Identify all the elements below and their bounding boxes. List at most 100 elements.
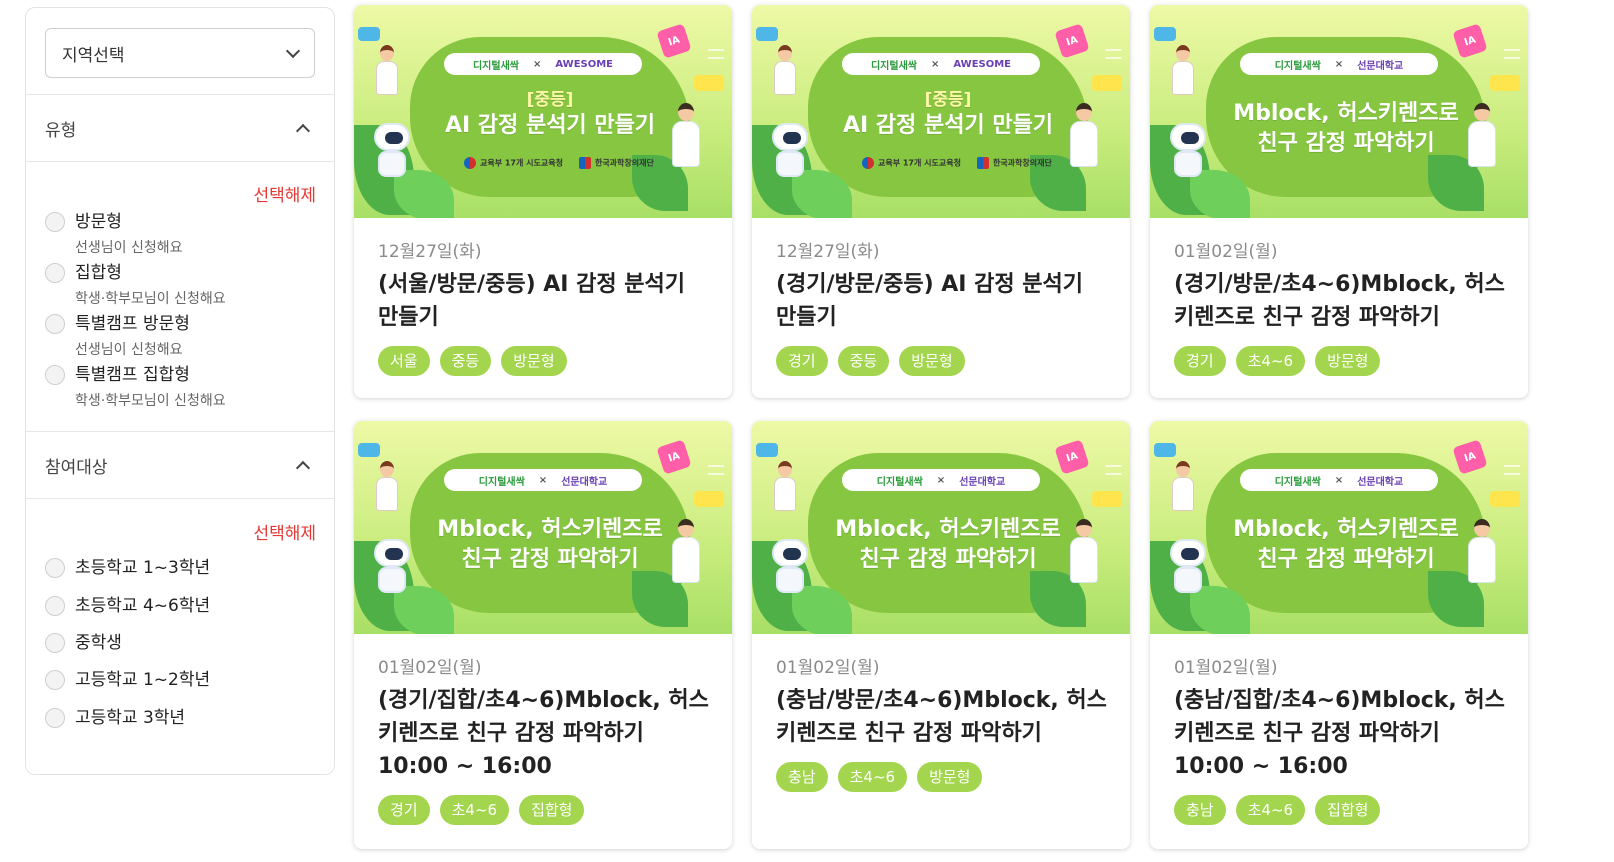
menu-lines-icon <box>1504 49 1520 59</box>
type-option-visit[interactable]: 방문형 선생님이 신청해요 <box>45 210 183 258</box>
thumbnail-line-1: AI 감정 분석기 만들기 <box>842 113 1054 138</box>
card-date: 01월02일(월) <box>378 658 482 678</box>
partner-right: 선문대학교 <box>959 476 1006 488</box>
robot-illustration <box>370 123 414 177</box>
teacher-illustration <box>376 45 398 97</box>
option-label: 중학생 <box>75 633 122 653</box>
card-tag: 경기 <box>1174 346 1226 376</box>
region-select[interactable]: 지역선택 <box>45 28 315 78</box>
thumbnail-line-1: Mblock, 허스키렌즈로 <box>835 517 1061 542</box>
radio-button[interactable] <box>45 708 65 728</box>
card-body: 01월02일(월) (경기/집합/초4~6)Mblock, 허스키렌즈로 친구 … <box>354 634 732 825</box>
thumbnail-level-tag: [중등] <box>526 90 574 110</box>
partner-left: 디지털새싹 <box>1274 60 1321 72</box>
card-body: 01월02일(월) (충남/집합/초4~6)Mblock, 허스키렌즈로 친구 … <box>1150 634 1528 825</box>
thumbnail-title: Mblock, 허스키렌즈로 친구 감정 파악하기 <box>1206 99 1486 159</box>
chat-bubble-icon <box>1154 443 1176 457</box>
card-title: (경기/방문/중등) AI 감정 분석기 만들기 <box>776 272 1084 330</box>
type-option-group[interactable]: 집합형 학생·학부모님이 신청해요 <box>45 261 226 309</box>
partner-banner: 디지털새싹 × AWESOME <box>444 53 642 75</box>
card-date: 12월27일(화) <box>776 242 880 262</box>
card-body: 01월02일(월) (경기/방문/초4~6)Mblock, 허스키렌즈로 친구 … <box>1150 218 1528 376</box>
partner-right: 선문대학교 <box>561 476 608 488</box>
card-body: 01월02일(월) (충남/방문/초4~6)Mblock, 허스키렌즈로 친구 … <box>752 634 1130 792</box>
program-card[interactable]: IA 디지털새싹 × 선문대학교 Mblock, 허스키렌즈로 친구 감정 파악… <box>1150 5 1528 398</box>
thumbnail-line-2: 친구 감정 파악하기 <box>1257 547 1435 572</box>
partner-separator: × <box>532 58 542 70</box>
target-option-high-1-2[interactable]: 고등학교 1~2학년 <box>45 668 210 692</box>
card-tags: 경기 초4~6 집합형 <box>378 795 710 825</box>
card-date: 01월02일(월) <box>776 658 880 678</box>
thumbnail-line-1: Mblock, 허스키렌즈로 <box>1233 101 1459 126</box>
menu-lines-icon <box>1504 465 1520 475</box>
type-section-header[interactable]: 유형 <box>26 94 334 162</box>
program-card[interactable]: IA 디지털새싹 × AWESOME [중등] AI 감정 분석기 만들기 교육… <box>752 5 1130 398</box>
partner-separator: × <box>930 58 940 70</box>
radio-button[interactable] <box>45 212 65 232</box>
card-date: 12월27일(화) <box>378 242 482 262</box>
card-tag: 집합형 <box>1315 795 1381 825</box>
target-option-middle[interactable]: 중학생 <box>45 631 122 655</box>
option-label: 초등학교 1~3학년 <box>75 558 211 578</box>
radio-button[interactable] <box>45 633 65 653</box>
option-description: 학생·학부모님이 신청해요 <box>75 291 226 307</box>
teacher-illustration <box>774 45 796 97</box>
target-option-elem-4-6[interactable]: 초등학교 4~6학년 <box>45 594 210 618</box>
card-tag: 경기 <box>776 346 828 376</box>
radio-button[interactable] <box>45 314 65 334</box>
radio-button[interactable] <box>45 596 65 616</box>
card-tag: 충남 <box>776 762 828 792</box>
partner-right: AWESOME <box>555 58 614 70</box>
partner-banner: 디지털새싹 × 선문대학교 <box>1240 53 1438 75</box>
program-card[interactable]: IA 디지털새싹 × 선문대학교 Mblock, 허스키렌즈로 친구 감정 파악… <box>354 421 732 849</box>
card-tag: 방문형 <box>1315 346 1381 376</box>
type-clear-button[interactable]: 선택해제 <box>253 181 316 206</box>
sponsor-logo-kofac: 한국과학창의재단 <box>976 157 1052 169</box>
program-thumbnail: IA 디지털새싹 × 선문대학교 Mblock, 허스키렌즈로 친구 감정 파악… <box>1150 421 1528 634</box>
option-label: 특별캠프 방문형 <box>75 314 190 334</box>
chat-bubble-icon <box>756 443 778 457</box>
card-date: 01월02일(월) <box>1174 658 1278 678</box>
card-tag: 충남 <box>1174 795 1226 825</box>
program-card[interactable]: IA 디지털새싹 × 선문대학교 Mblock, 허스키렌즈로 친구 감정 파악… <box>752 421 1130 849</box>
card-tag: 서울 <box>378 346 430 376</box>
radio-button[interactable] <box>45 365 65 385</box>
program-card[interactable]: IA 디지털새싹 × AWESOME [중등] AI 감정 분석기 만들기 교육… <box>354 5 732 398</box>
radio-button[interactable] <box>45 263 65 283</box>
option-description: 학생·학부모님이 신청해요 <box>75 393 226 409</box>
thumbnail-title: Mblock, 허스키렌즈로 친구 감정 파악하기 <box>410 515 690 575</box>
partner-banner: 디지털새싹 × 선문대학교 <box>444 469 642 491</box>
card-tag: 경기 <box>378 795 430 825</box>
type-section-title: 유형 <box>45 120 77 141</box>
option-label: 특별캠프 집합형 <box>75 365 190 385</box>
thumbnail-line-1: AI 감정 분석기 만들기 <box>444 113 656 138</box>
chat-bubble-icon <box>756 27 778 41</box>
thumbnail-line-2: 친구 감정 파악하기 <box>461 547 639 572</box>
program-thumbnail: IA 디지털새싹 × AWESOME [중등] AI 감정 분석기 만들기 교육… <box>752 5 1130 218</box>
thumbnail-title: Mblock, 허스키렌즈로 친구 감정 파악하기 <box>1206 515 1486 575</box>
thumbnail-line-1: Mblock, 허스키렌즈로 <box>1233 517 1459 542</box>
card-tag: 초4~6 <box>1235 795 1306 825</box>
teacher-illustration <box>774 461 796 513</box>
type-option-camp-group[interactable]: 특별캠프 집합형 학생·학부모님이 신청해요 <box>45 363 226 411</box>
teacher-illustration <box>376 461 398 513</box>
target-clear-button[interactable]: 선택해제 <box>253 519 316 544</box>
card-tag: 방문형 <box>501 346 567 376</box>
ia-badge-icon: IA <box>1054 23 1090 59</box>
card-tags: 서울 중등 방문형 <box>378 346 710 376</box>
program-thumbnail: IA 디지털새싹 × 선문대학교 Mblock, 허스키렌즈로 친구 감정 파악… <box>752 421 1130 634</box>
target-option-elem-1-3[interactable]: 초등학교 1~3학년 <box>45 556 210 580</box>
target-section-header[interactable]: 참여대상 <box>26 431 334 499</box>
radio-button[interactable] <box>45 670 65 690</box>
partner-banner: 디지털새싹 × 선문대학교 <box>1240 469 1438 491</box>
type-option-camp-visit[interactable]: 특별캠프 방문형 선생님이 신청해요 <box>45 312 190 360</box>
radio-button[interactable] <box>45 558 65 578</box>
option-label: 집합형 <box>75 263 122 283</box>
option-label: 초등학교 4~6학년 <box>75 596 211 616</box>
target-option-high-3[interactable]: 고등학교 3학년 <box>45 706 185 730</box>
program-thumbnail: IA 디지털새싹 × 선문대학교 Mblock, 허스키렌즈로 친구 감정 파악… <box>354 421 732 634</box>
partner-left: 디지털새싹 <box>478 476 525 488</box>
option-description: 선생님이 신청해요 <box>75 342 183 358</box>
option-label: 고등학교 3학년 <box>75 708 186 728</box>
program-card[interactable]: IA 디지털새싹 × 선문대학교 Mblock, 허스키렌즈로 친구 감정 파악… <box>1150 421 1528 849</box>
